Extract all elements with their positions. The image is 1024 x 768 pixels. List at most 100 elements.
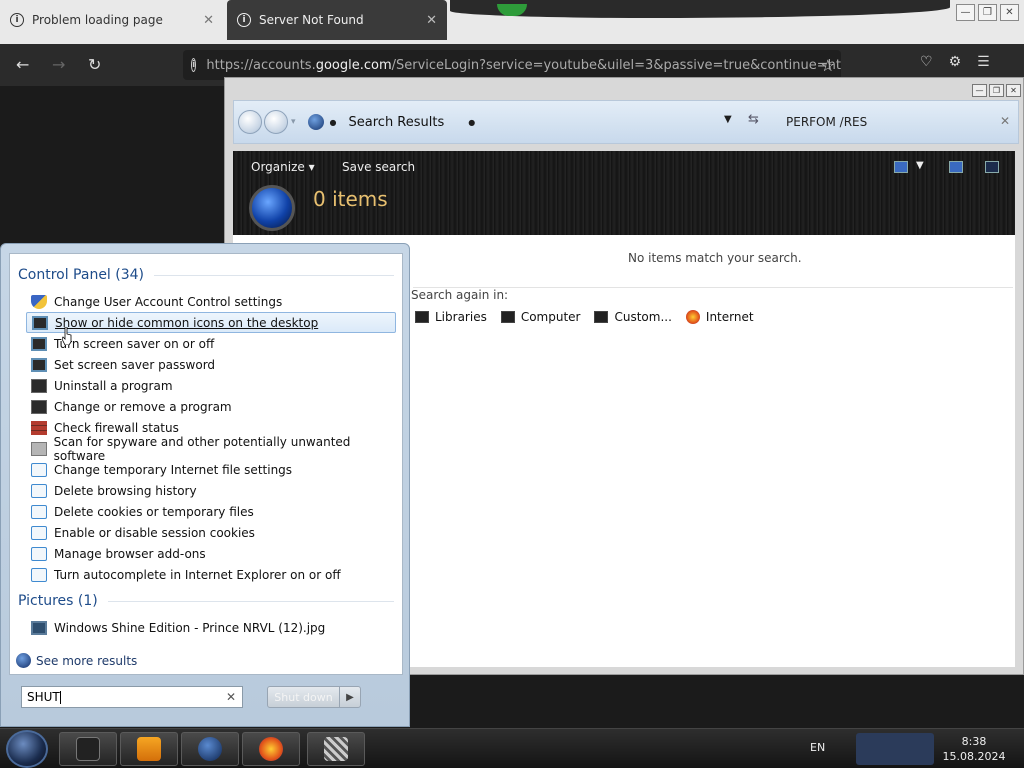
forward-icon[interactable]: → <box>52 55 65 74</box>
search-again-label: Search again in: <box>411 288 509 302</box>
list-item[interactable]: Set screen saver password <box>26 354 396 375</box>
list-item[interactable]: Delete cookies or temporary files <box>26 501 396 522</box>
save-search-button[interactable]: Save search <box>342 160 415 174</box>
forward-button[interactable] <box>264 110 288 134</box>
extensions-icon[interactable]: ⚙ <box>949 54 962 70</box>
clear-search-icon[interactable]: ✕ <box>1000 114 1010 128</box>
hand-cursor-icon <box>62 327 72 345</box>
back-icon[interactable]: ← <box>16 55 29 74</box>
list-item[interactable]: Change or remove a program <box>26 396 396 417</box>
menu-icon[interactable]: ☰ <box>977 54 990 70</box>
url-bar[interactable]: i https://accounts. google.com/ServiceLog… <box>183 50 841 80</box>
list-item[interactable]: Windows Shine Edition - Prince NRVL (12)… <box>26 617 396 638</box>
site-info-icon[interactable]: i <box>191 58 197 72</box>
list-item[interactable]: Scan for spyware and other potentially u… <box>26 435 396 463</box>
search-results-list: Control Panel (34) Change User Account C… <box>9 253 403 675</box>
explorer-window-controls: — ❐ ✕ <box>972 84 1021 97</box>
list-item[interactable]: Enable or disable session cookies <box>26 522 396 543</box>
breadcrumb-separator-icon[interactable]: ● <box>330 118 337 127</box>
language-indicator[interactable]: EN <box>810 741 825 754</box>
back-button[interactable] <box>238 110 262 134</box>
internet-options-icon <box>31 483 47 498</box>
view-options-icon[interactable] <box>894 161 908 173</box>
clear-search-icon[interactable]: ✕ <box>226 690 236 704</box>
taskbar-media-button[interactable] <box>120 732 178 766</box>
text-caret <box>59 690 61 704</box>
taskbar-app-button[interactable] <box>307 732 365 766</box>
explorer-close-button[interactable]: ✕ <box>1006 84 1021 97</box>
close-icon[interactable]: ✕ <box>426 13 437 28</box>
location-custom[interactable]: Custom... <box>594 310 672 324</box>
clock-time: 8:38 <box>961 735 987 748</box>
list-item-selected[interactable]: Show or hide common icons on the desktop <box>26 312 396 333</box>
pocket-icon[interactable]: ♡ <box>920 54 933 70</box>
shutdown-button[interactable]: Shut down ▶ <box>267 686 361 708</box>
bookmark-star-icon[interactable]: ☆ <box>821 56 835 75</box>
see-more-results-link[interactable]: See more results <box>16 653 137 668</box>
reload-icon[interactable]: ↻ <box>88 55 101 74</box>
search-again-locations: Libraries Computer Custom... Internet <box>415 310 754 324</box>
search-orb-icon <box>249 185 295 231</box>
tab-problem-loading[interactable]: i Problem loading page ✕ <box>0 0 224 40</box>
tools-icon <box>324 737 348 761</box>
start-menu: Control Panel (34) Change User Account C… <box>0 243 410 727</box>
list-item[interactable]: Manage browser add-ons <box>26 543 396 564</box>
computer-icon <box>500 311 515 323</box>
view-dropdown-icon[interactable]: ▼ <box>916 160 924 171</box>
items-count: 0 items <box>313 187 388 211</box>
minimize-button[interactable]: — <box>956 4 975 21</box>
programs-icon <box>31 378 47 393</box>
firefox-icon <box>685 310 700 324</box>
recent-dropdown-icon[interactable]: ▾ <box>291 117 296 127</box>
explorer-minimize-button[interactable]: — <box>972 84 987 97</box>
display-icon <box>31 357 47 372</box>
list-item[interactable]: Change temporary Internet file settings <box>26 459 396 480</box>
tab-server-not-found[interactable]: i Server Not Found ✕ <box>227 0 447 40</box>
list-item[interactable]: Change User Account Control settings <box>26 291 396 312</box>
internet-options-icon <box>31 525 47 540</box>
preview-pane-icon[interactable] <box>949 161 963 173</box>
notification-area[interactable] <box>856 733 934 765</box>
location-internet[interactable]: Internet <box>685 310 754 324</box>
taskbar-firefox-button[interactable] <box>242 732 300 766</box>
media-player-icon <box>137 737 161 761</box>
close-icon[interactable]: ✕ <box>203 13 214 28</box>
list-item[interactable]: Turn autocomplete in Internet Explorer o… <box>26 564 396 585</box>
list-item[interactable]: Turn screen saver on or off <box>26 333 396 354</box>
help-icon[interactable] <box>985 161 999 173</box>
libraries-icon <box>415 311 429 323</box>
browser-toolbar-icons: ♡ ⚙ ☰ <box>920 54 990 70</box>
start-search-input[interactable]: SHUT ✕ <box>21 686 243 708</box>
explorer-search-input[interactable]: PERFOM /RES <box>786 115 867 129</box>
window-controls: — ❐ ✕ <box>956 4 1019 21</box>
url-prefix: https://accounts. <box>206 57 316 73</box>
location-libraries[interactable]: Libraries <box>415 310 487 324</box>
group-header-pictures[interactable]: Pictures (1) <box>18 593 394 609</box>
address-dropdown-icon[interactable]: ▼ <box>724 114 732 125</box>
breadcrumb-separator-icon[interactable]: ● <box>468 118 475 127</box>
refresh-icon[interactable]: ⇆ <box>748 112 759 127</box>
address-path[interactable]: Search Results <box>349 115 445 130</box>
picture-icon <box>31 620 47 635</box>
explorer-address-bar: ▾ ● Search Results ● ▼ ⇆ PERFOM /RES ✕ <box>233 100 1019 144</box>
taskbar-ie-button[interactable] <box>181 732 239 766</box>
list-item[interactable]: Delete browsing history <box>26 480 396 501</box>
uac-shield-icon <box>31 294 47 309</box>
explorer-icon <box>76 737 100 761</box>
close-window-button[interactable]: ✕ <box>1000 4 1019 21</box>
location-computer[interactable]: Computer <box>500 310 580 324</box>
organize-button[interactable]: Organize ▾ <box>251 160 315 174</box>
see-more-icon <box>16 653 31 668</box>
internet-options-icon <box>31 462 47 477</box>
shutdown-options-icon[interactable]: ▶ <box>340 692 360 703</box>
start-button[interactable] <box>6 730 48 768</box>
tab-label: Problem loading page <box>32 13 163 27</box>
maximize-button[interactable]: ❐ <box>978 4 997 21</box>
no-items-message: No items match your search. <box>628 251 802 265</box>
list-item[interactable]: Uninstall a program <box>26 375 396 396</box>
globe-icon <box>198 737 222 761</box>
group-header-control-panel[interactable]: Control Panel (34) <box>18 267 394 283</box>
explorer-maximize-button[interactable]: ❐ <box>989 84 1004 97</box>
clock[interactable]: 8:38 15.08.2024 <box>934 734 1014 764</box>
taskbar-explorer-button[interactable] <box>59 732 117 766</box>
